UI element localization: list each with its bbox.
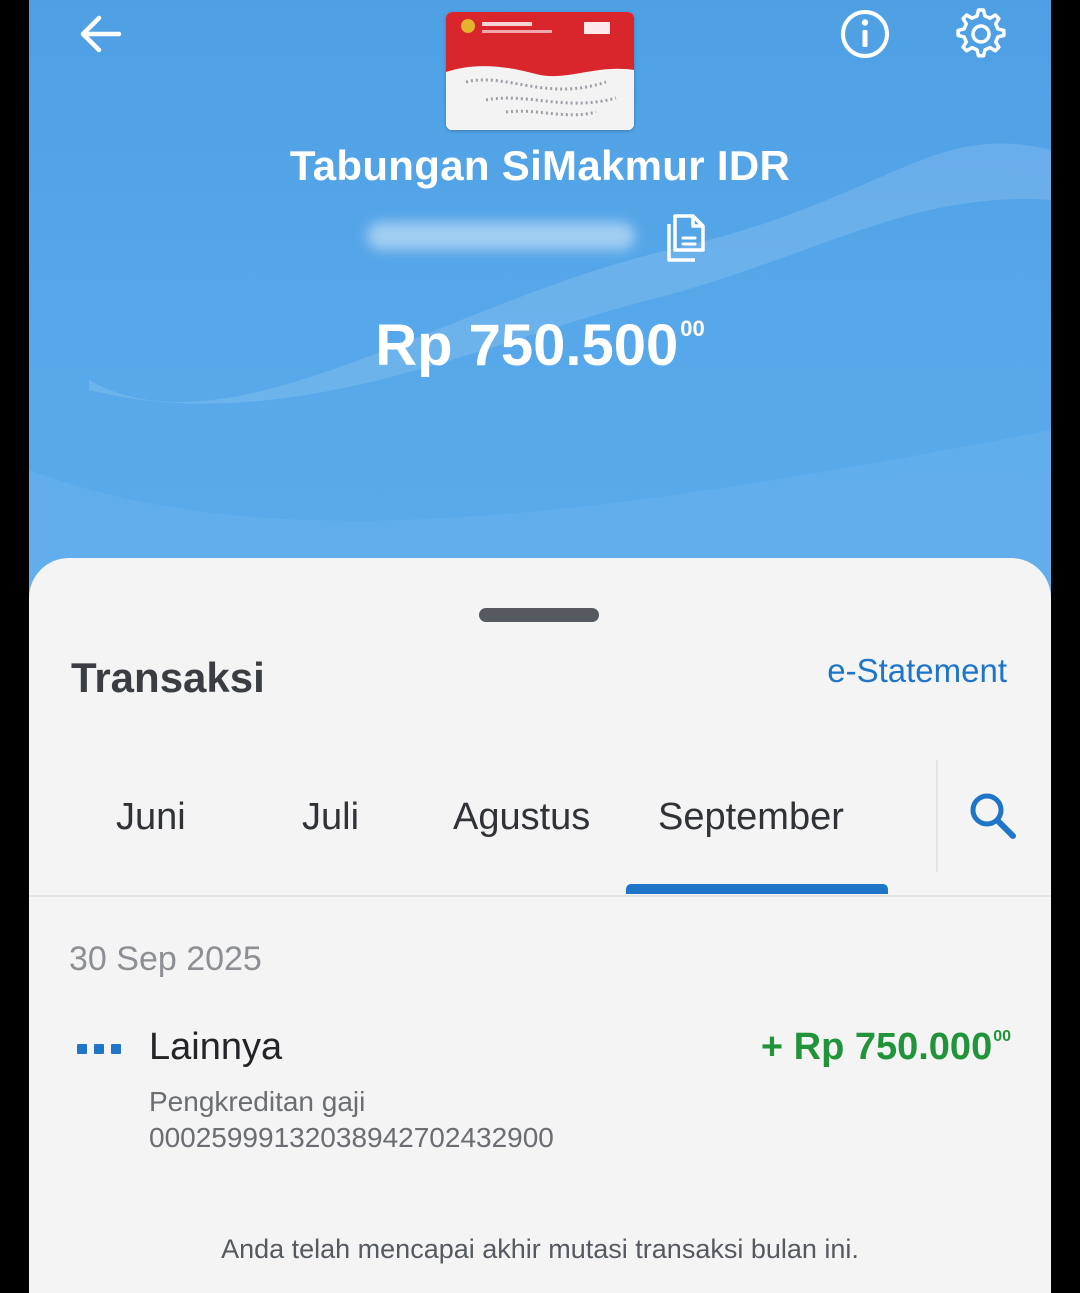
section-title: Transaksi [71,654,265,701]
sheet-drag-handle[interactable] [479,608,599,622]
copy-icon[interactable] [659,210,713,266]
tab-september[interactable]: September [658,796,844,839]
transaction-reference: 00025999132038942702432900 [149,1122,554,1153]
selected-tab-indicator [626,884,888,894]
transaction-amount: + Rp 750.00000 [761,1026,1011,1069]
end-of-list-note: Anda telah mencapai akhir mutasi transak… [221,1234,859,1264]
estatement-link[interactable]: e-Statement [827,652,1007,690]
transaction-date: 30 Sep 2025 [69,940,262,978]
transaction-description: Pengkreditan gaji [149,1086,366,1117]
transaction-row[interactable]: Lainnya Pengkreditan gaji 00025999132038… [29,1018,1051,1158]
transaction-amount-main: + Rp 750.000 [760,1026,993,1068]
tabs-divider [936,760,938,872]
info-icon[interactable] [837,6,893,62]
more-dots-icon [77,1044,123,1058]
transaction-details: Pengkreditan gaji 0002599913203894270243… [149,1084,554,1156]
back-arrow-icon[interactable] [73,8,129,60]
transactions-sheet: Transaksi e-Statement Juni Juli Agustus … [29,558,1051,1293]
tab-juli[interactable]: Juli [302,796,359,839]
transaction-category: Lainnya [149,1026,283,1068]
account-card-image [446,12,634,130]
balance-amount: Rp 750.500 [375,313,679,378]
tab-agustus[interactable]: Agustus [453,796,590,839]
transaction-amount-cents: 00 [993,1028,1011,1045]
account-balance: Rp 750.50000 [29,312,1051,379]
app-screen: Tabungan SiMakmur IDR Rp 750.50000 Trans… [29,0,1051,1293]
tab-juni[interactable]: Juni [116,796,186,839]
search-icon[interactable] [965,788,1021,844]
balance-cents: 00 [680,316,705,341]
account-name: Tabungan SiMakmur IDR [289,142,791,189]
tabs-bottom-border [29,895,1051,897]
account-header: Tabungan SiMakmur IDR Rp 750.50000 [29,0,1051,620]
gear-icon[interactable] [951,4,1011,64]
account-number-masked [367,222,635,250]
month-tabs: Juni Juli Agustus September [29,760,1051,898]
